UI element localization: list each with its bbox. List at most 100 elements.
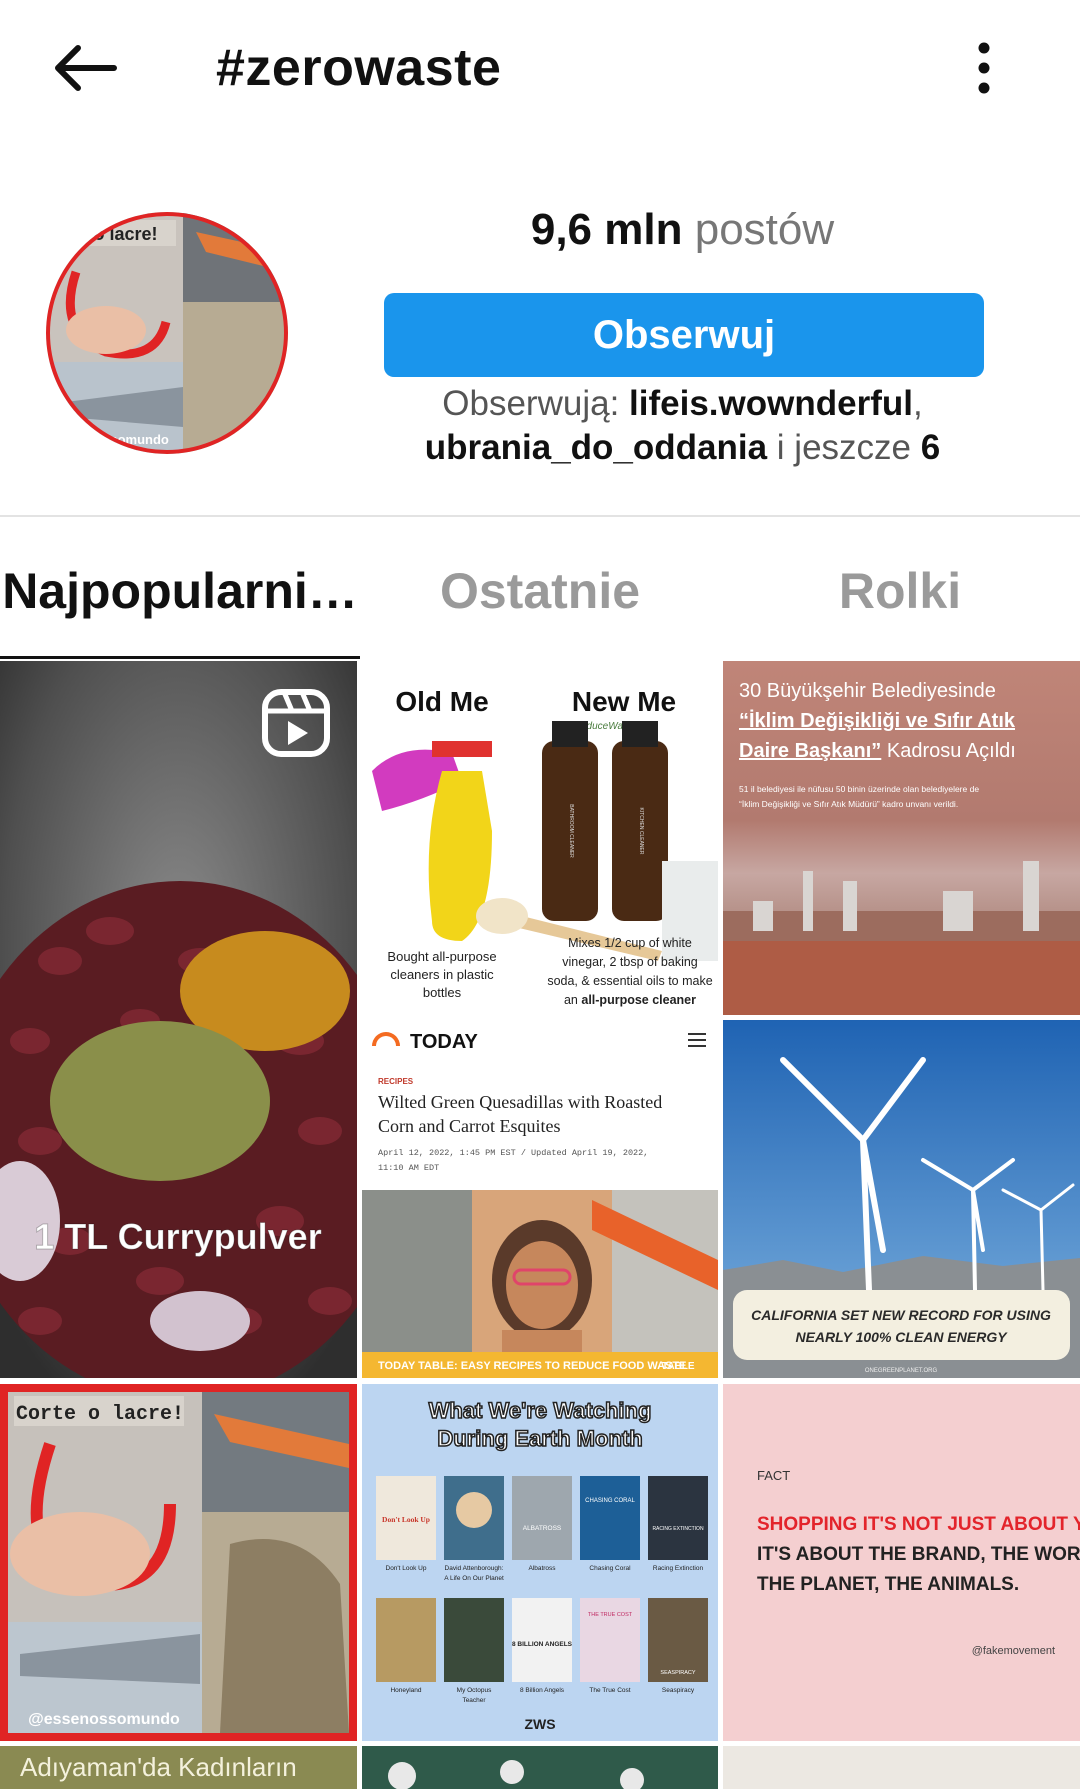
svg-text:Mixes 1/2 cup of white: Mixes 1/2 cup of white [568,936,692,950]
grid-post-adiyaman[interactable]: Adıyaman'da Kadınların [0,1746,357,1789]
avatar-image: e o lacre! ssomundo [46,212,288,454]
divider [0,515,1080,517]
post-image-city: 30 Büyükşehir Belediyesinde “İklim Değiş… [723,661,1080,1015]
svg-text:ZWS: ZWS [524,1716,555,1732]
post-count-label: postów [694,205,835,254]
post-image-wind: CALIFORNIA SET NEW RECORD FOR USING NEAR… [723,1020,1080,1378]
svg-text:an all-purpose cleaner: an all-purpose cleaner [564,993,696,1007]
svg-text:New Me: New Me [572,686,676,717]
svg-text:@essenossomundo: @essenossomundo [28,1711,180,1728]
post-image-films: What We're Watching During Earth Month D… [362,1384,718,1741]
followed-mid: i jeszcze [776,428,912,467]
hashtag-avatar[interactable]: e o lacre! ssomundo [46,212,288,454]
page-title: #zerowaste [216,39,502,97]
arrow-left-icon [55,45,117,91]
svg-text:@fakemovement: @fakemovement [972,1645,1055,1657]
svg-text:Corn and Carrot Esquites: Corn and Carrot Esquites [378,1116,560,1136]
svg-text:8 Billion Angels: 8 Billion Angels [520,1687,565,1694]
more-options-button[interactable] [958,30,1010,106]
svg-text:Don't Look Up: Don't Look Up [382,1515,430,1524]
svg-text:vinegar, 2 tbsp of baking: vinegar, 2 tbsp of baking [562,955,698,969]
svg-text:bottles: bottles [423,985,462,1000]
post-count-value: 9,6 mln [530,205,683,254]
post-image-cleaners: Old Me New Me @ReduceWasteNow BATHROOM C… [362,661,718,1015]
svg-text:TODAY TABLE: EASY RECIPES TO R: TODAY TABLE: EASY RECIPES TO REDUCE FOOD… [378,1360,686,1372]
svg-text:11:10 AM EDT: 11:10 AM EDT [378,1163,439,1173]
svg-text:Bought all-purpose: Bought all-purpose [387,949,496,964]
followed-comma: , [912,384,923,423]
post-image-fact: FACT SHOPPING IT'S NOT JUST ABOUT YOU. I… [723,1384,1080,1741]
grid-post-iklim[interactable]: 30 Büyükşehir Belediyesinde “İklim Değiş… [723,661,1080,1015]
svg-text:NEARLY 100% CLEAN ENERGY: NEARLY 100% CLEAN ENERGY [795,1329,1008,1345]
grid-post-corte-o-lacre[interactable]: Corte o lacre! @essenossomundo [0,1384,357,1741]
svg-text:My Octopus: My Octopus [457,1687,492,1694]
grid-post-old-new-me[interactable]: Old Me New Me @ReduceWasteNow BATHROOM C… [362,661,718,1015]
post-image-today: TODAY RECIPES Wilted Green Quesadillas w… [362,1020,718,1378]
post-image-lacre: Corte o lacre! @essenossomundo [0,1384,357,1741]
post-caption-adiyaman: Adıyaman'da Kadınların [20,1752,297,1782]
svg-text:Chasing Coral: Chasing Coral [589,1565,631,1572]
svg-text:cleaners in plastic: cleaners in plastic [390,967,494,982]
followed-user-2[interactable]: ubrania_do_oddania [425,428,767,467]
svg-text:“İklim Değişikliği ve Sıfır At: “İklim Değişikliği ve Sıfır Atık [739,709,1016,732]
svg-text:Racing Extinction: Racing Extinction [653,1565,704,1572]
svg-text:Seaspiracy: Seaspiracy [662,1687,695,1694]
svg-text:51 il belediyesi ile nüfusu 50: 51 il belediyesi ile nüfusu 50 binin üze… [739,784,979,794]
svg-text:TABLE: TABLE [662,1361,695,1372]
grid-post-california-energy[interactable]: CALIFORNIA SET NEW RECORD FOR USING NEAR… [723,1020,1080,1378]
follow-button[interactable]: Obserwuj [384,293,984,377]
svg-text:“İklim Değişikliği ve Sıfır At: “İklim Değişikliği ve Sıfır Atık Müdürü”… [739,799,958,809]
svg-text:THE TRUE COST: THE TRUE COST [588,1612,633,1618]
svg-text:Don't Look Up: Don't Look Up [386,1565,427,1572]
post-image-beans: 1 TL Currypulver [0,661,357,1378]
back-button[interactable] [40,28,130,108]
post-count: 9,6 mln postów [380,200,985,260]
followed-by-text: Obserwują: lifeis.wownderful, ubrania_do… [380,382,985,470]
svg-text:Honeyland: Honeyland [390,1687,421,1694]
svg-text:BATHROOM CLEANER: BATHROOM CLEANER [568,804,574,858]
tab-reels[interactable]: Rolki [720,555,1080,627]
svg-text:Teacher: Teacher [462,1697,486,1704]
active-tab-indicator [0,656,360,659]
grid-post-reel-beans[interactable]: 1 TL Currypulver [0,661,357,1378]
followed-user-1[interactable]: lifeis.wownderful [629,384,913,423]
svg-text:What We're Watching: What We're Watching [429,1398,652,1423]
svg-text:TODAY: TODAY [410,1031,478,1053]
followed-prefix: Obserwują: [442,384,620,423]
svg-text:The True Cost: The True Cost [589,1687,630,1694]
svg-text:Wilted Green Quesadillas with: Wilted Green Quesadillas with Roasted [378,1092,662,1112]
svg-text:CHASING CORAL: CHASING CORAL [585,1498,635,1504]
svg-text:soda, & essential oils to make: soda, & essential oils to make [547,974,712,988]
post-image-partial-2 [388,1760,644,1789]
reels-icon [262,689,330,757]
grid-post-fact[interactable]: FACT SHOPPING IT'S NOT JUST ABOUT YOU. I… [723,1384,1080,1741]
svg-text:April 12, 2022, 1:45 PM EST /: April 12, 2022, 1:45 PM EST / Updated Ap… [378,1148,648,1158]
svg-text:30 Büyükşehir Belediyesinde: 30 Büyükşehir Belediyesinde [739,680,996,702]
svg-text:ALBATROSS: ALBATROSS [523,1525,562,1532]
tab-top[interactable]: Najpopularni… [0,555,360,627]
svg-text:Old Me: Old Me [395,686,488,717]
grid-post-partial-2[interactable] [362,1746,718,1789]
svg-text:SEASPIRACY: SEASPIRACY [660,1670,695,1676]
grid-post-today-recipes[interactable]: TODAY RECIPES Wilted Green Quesadillas w… [362,1020,718,1378]
tab-recent[interactable]: Ostatnie [360,555,720,627]
more-vertical-icon [978,42,990,94]
svg-text:During Earth Month: During Earth Month [437,1426,642,1451]
svg-text:A Life On Our Planet: A Life On Our Planet [444,1575,504,1582]
svg-text:SHOPPING IT'S NOT JUST ABOUT Y: SHOPPING IT'S NOT JUST ABOUT YOU. [757,1514,1080,1535]
svg-text:RECIPES: RECIPES [378,1077,414,1086]
svg-text:KITCHEN CLEANER: KITCHEN CLEANER [638,808,644,855]
svg-text:ONEGREENPLANET.ORG: ONEGREENPLANET.ORG [865,1368,938,1374]
svg-text:Albatross: Albatross [528,1565,556,1572]
svg-text:8 BILLION ANGELS: 8 BILLION ANGELS [512,1641,573,1648]
svg-text:THE PLANET, THE ANIMALS.: THE PLANET, THE ANIMALS. [757,1574,1019,1595]
svg-text:CALIFORNIA SET NEW RECORD FOR: CALIFORNIA SET NEW RECORD FOR USING [751,1307,1051,1323]
grid-post-earth-month[interactable]: What We're Watching During Earth Month D… [362,1384,718,1741]
followed-more-count[interactable]: 6 [921,428,940,467]
svg-text:Daire Başkanı” Kadrosu Açıldı: Daire Başkanı” Kadrosu Açıldı [739,740,1016,762]
svg-text:IT'S ABOUT THE BRAND, THE WORK: IT'S ABOUT THE BRAND, THE WORKERS, [757,1544,1080,1565]
svg-text:FACT: FACT [757,1468,790,1483]
svg-text:1 TL Currypulver: 1 TL Currypulver [34,1216,321,1257]
grid-post-partial-3[interactable] [723,1746,1080,1789]
svg-text:Corte o lacre!: Corte o lacre! [16,1403,184,1426]
